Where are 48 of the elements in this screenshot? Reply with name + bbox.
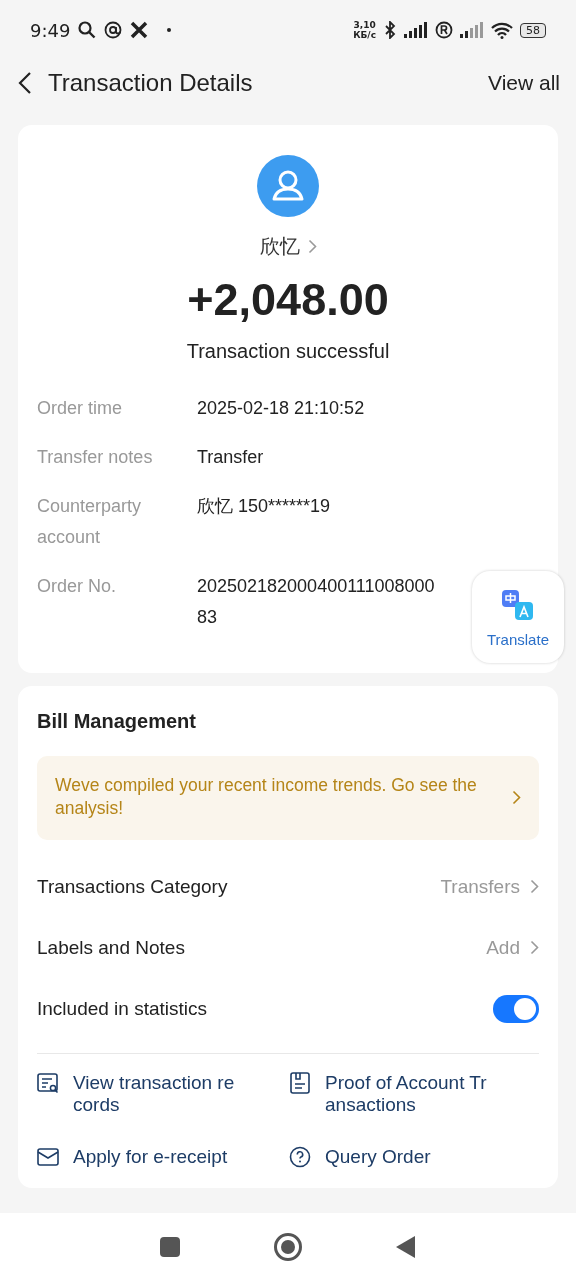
- document-icon: [289, 1072, 311, 1094]
- roaming-icon: [435, 21, 453, 39]
- setting-label: Labels and Notes: [37, 936, 186, 959]
- bluetooth-icon: [383, 21, 397, 39]
- chevron-icon: [530, 940, 539, 955]
- at-sign-icon: [104, 21, 123, 39]
- chevron-icon: [307, 239, 317, 254]
- chevron-icon: [530, 879, 539, 894]
- wifi-icon: [491, 21, 513, 39]
- document-search-icon: [37, 1072, 59, 1094]
- detail-label: Order No.: [37, 575, 118, 598]
- banner-text: Weve compiled your recent income trends. Go see the analysis!: [55, 774, 478, 820]
- signal-icon: [404, 22, 428, 38]
- action-link[interactable]: Proof of Account Tr ansactions: [289, 1072, 539, 1116]
- amount: +2,048.00: [187, 274, 389, 326]
- detail-value: 202502182000400111008000 83: [197, 575, 435, 629]
- detail-value: 欣忆 150******19: [197, 495, 331, 518]
- detail-value: 2025-02-18 21:10:52: [197, 397, 365, 420]
- action-link[interactable]: Query Order: [289, 1146, 539, 1168]
- page-title: Transaction Details: [48, 69, 254, 97]
- signal-icon: [460, 22, 484, 38]
- network-speed: 3,10 КБ/с: [353, 20, 376, 40]
- battery-level: 58: [520, 22, 546, 38]
- detail-label: Transfer notes: [37, 446, 154, 469]
- home-icon[interactable]: [273, 1231, 303, 1262]
- help-icon: [289, 1146, 311, 1168]
- section-title: Bill Management: [37, 710, 197, 733]
- detail-label: Order time: [37, 397, 124, 420]
- transaction-status: Transaction successful: [186, 340, 390, 363]
- search-icon: [78, 21, 97, 39]
- statistics-toggle[interactable]: [493, 994, 539, 1023]
- back-icon[interactable]: [18, 71, 32, 95]
- counterparty-name[interactable]: 欣忆: [259, 233, 300, 260]
- action-link[interactable]: View transaction re cords: [37, 1072, 289, 1116]
- detail-label: Counterparty account: [37, 495, 143, 549]
- setting-label: Included in statistics: [37, 997, 209, 1020]
- back-icon[interactable]: [395, 1234, 417, 1259]
- recent-apps-icon[interactable]: [159, 1235, 181, 1258]
- action-link[interactable]: Apply for e-receipt: [37, 1146, 289, 1168]
- envelope-icon: [37, 1146, 59, 1168]
- dot-icon: [166, 27, 173, 33]
- status-time: 9:49: [30, 19, 71, 41]
- setting-label: Transactions Category: [37, 875, 229, 898]
- view-all-link[interactable]: View all: [488, 71, 560, 95]
- detail-value: Transfer: [197, 446, 264, 469]
- avatar-icon: [257, 155, 319, 217]
- translate-button[interactable]: Translate: [472, 571, 564, 663]
- chevron-icon: [512, 789, 521, 805]
